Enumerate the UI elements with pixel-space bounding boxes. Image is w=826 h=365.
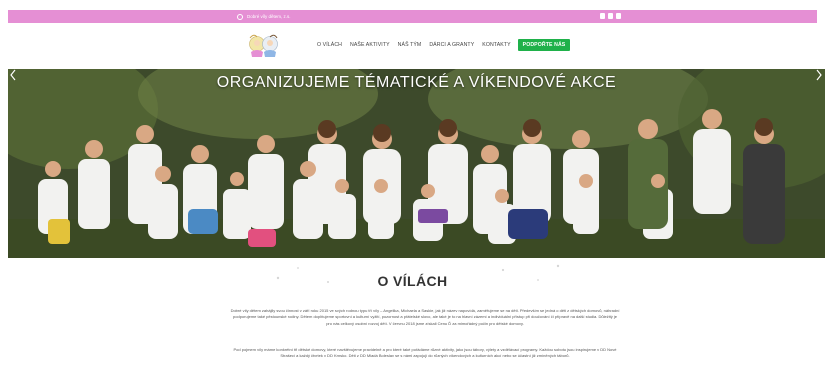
nav-item-darci-a-granty[interactable]: DÁRCI A GRANTY: [425, 39, 478, 51]
hero-photo: [8, 69, 825, 258]
nav-item-o-vilach[interactable]: O VÍLÁCH: [313, 39, 346, 51]
social-links: [600, 13, 621, 19]
hero-banner: ORGANIZUJEME TÉMATICKÉ A VÍKENDOVÉ AKCE: [8, 69, 825, 258]
about-paragraph-1: Dobré víly dětem zahájily svou činnost v…: [230, 308, 620, 326]
page: Dobré víly dětem, z.s. O VÍLÁCH NAŠE AKT…: [0, 0, 826, 365]
hero-title: ORGANIZUJEME TÉMATICKÉ A VÍKENDOVÉ AKCE: [216, 74, 617, 91]
site-logo[interactable]: [246, 30, 282, 60]
top-bar: Dobré víly dětem, z.s.: [8, 10, 817, 23]
main-nav: O VÍLÁCH NAŠE AKTIVITY NÁŠ TÝM DÁRCI A G…: [313, 39, 571, 51]
nav-item-kontakty[interactable]: KONTAKTY: [478, 39, 514, 51]
about-section: O VÍLÁCH Dobré víly dětem zahájily svou …: [8, 258, 817, 365]
top-bar-org[interactable]: Dobré víly dětem, z.s.: [237, 10, 291, 23]
section-title: O VÍLÁCH: [377, 273, 448, 289]
facebook-icon[interactable]: [600, 13, 605, 19]
arrow-right-icon[interactable]: [816, 69, 822, 81]
org-logo-icon: [237, 13, 243, 20]
youtube-icon[interactable]: [616, 13, 621, 19]
about-paragraph-2: Pod pojmem víly máme konkrétní tři dětsk…: [233, 347, 617, 359]
support-us-button[interactable]: PODPOŘTE NÁS: [517, 39, 571, 51]
arrow-left-icon[interactable]: [10, 69, 16, 81]
nav-item-nas-tym[interactable]: NÁŠ TÝM: [394, 39, 426, 51]
org-name: Dobré víly dětem, z.s.: [247, 14, 291, 19]
site-header: O VÍLÁCH NAŠE AKTIVITY NÁŠ TÝM DÁRCI A G…: [8, 23, 817, 69]
nav-item-nase-aktivity[interactable]: NAŠE AKTIVITY: [346, 39, 394, 51]
instagram-icon[interactable]: [608, 13, 613, 19]
